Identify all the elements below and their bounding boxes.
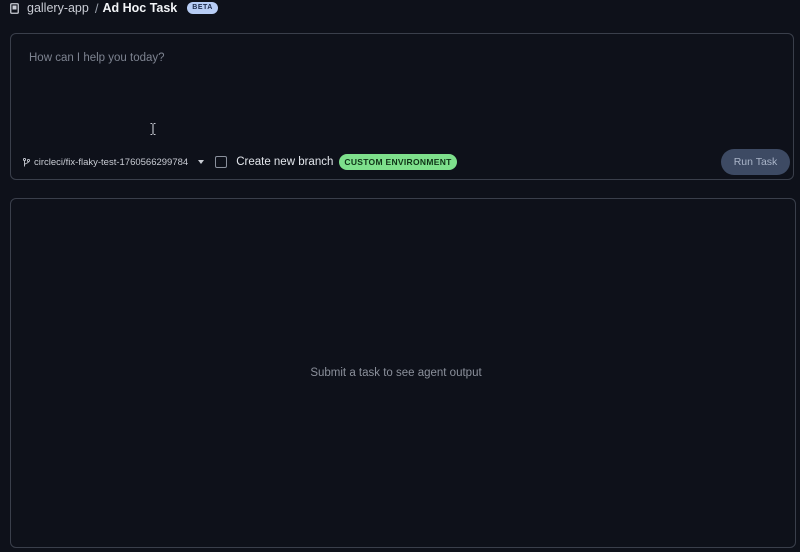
- custom-environment-badge: CUSTOM ENVIRONMENT: [339, 154, 457, 170]
- task-controls: circleci/fix-flaky-test-1760566299784 Cr…: [23, 147, 457, 177]
- page: gallery-app / Ad Hoc Task BETA circleci/…: [0, 0, 800, 552]
- beta-badge: BETA: [187, 2, 218, 14]
- agent-output-panel: Submit a task to see agent output: [10, 198, 796, 548]
- prompt-panel: circleci/fix-flaky-test-1760566299784 Cr…: [10, 33, 794, 180]
- chevron-down-icon: [198, 160, 205, 164]
- run-task-button[interactable]: Run Task: [721, 149, 790, 175]
- create-branch-checkbox[interactable]: [215, 156, 228, 168]
- branch-select[interactable]: circleci/fix-flaky-test-1760566299784: [23, 156, 205, 168]
- prompt-input[interactable]: [27, 50, 771, 114]
- empty-output-message: Submit a task to see agent output: [310, 367, 482, 379]
- page-title: Ad Hoc Task: [102, 1, 178, 15]
- repo-link[interactable]: gallery-app: [27, 1, 89, 15]
- repo-icon: [10, 2, 19, 14]
- text-cursor-icon: [150, 123, 156, 135]
- breadcrumb: gallery-app / Ad Hoc Task BETA: [10, 0, 218, 16]
- git-branch-icon: [23, 157, 30, 166]
- breadcrumb-separator: /: [94, 0, 99, 16]
- branch-name: circleci/fix-flaky-test-1760566299784: [34, 156, 189, 168]
- create-branch-label[interactable]: Create new branch: [236, 156, 333, 168]
